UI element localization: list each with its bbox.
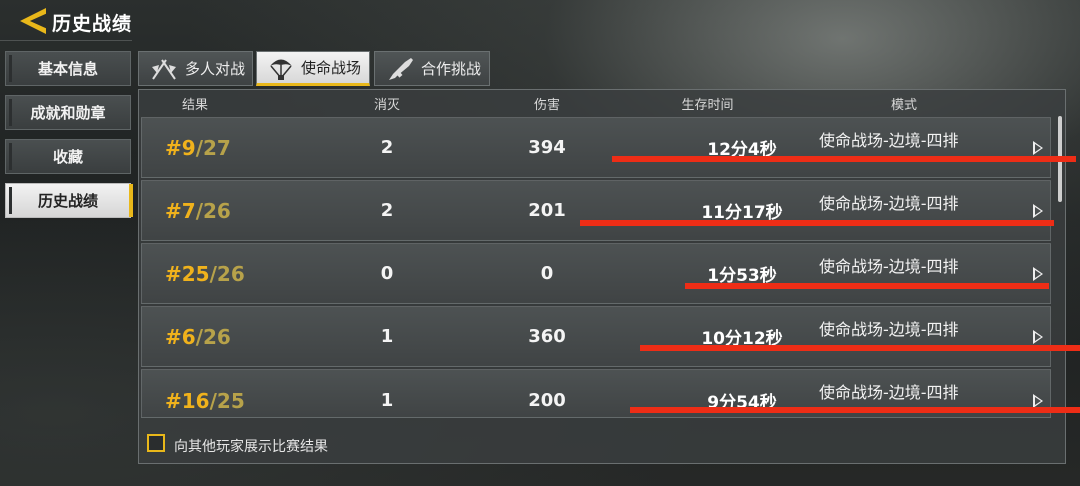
redaction-mark bbox=[685, 283, 1049, 289]
damage-cell: 0 bbox=[540, 263, 554, 284]
sidebar-item-label: 收藏 bbox=[52, 148, 83, 166]
rank-total: /25 bbox=[209, 388, 245, 413]
page-title: 历史战绩 bbox=[52, 13, 133, 35]
damage-cell: 201 bbox=[528, 200, 566, 221]
kills-cell: 2 bbox=[380, 200, 394, 221]
kills-cell: 0 bbox=[380, 263, 394, 284]
rank-total: /26 bbox=[195, 324, 231, 349]
table-row[interactable]: #25/26 0 0 1分53秒 使命战场-边境-四排─────────────… bbox=[141, 243, 1051, 304]
sidebar-item-label: 基本信息 bbox=[37, 60, 98, 78]
redaction-mark bbox=[640, 345, 1080, 351]
sidebar-item-label: 历史战绩 bbox=[37, 192, 98, 210]
rank-position: #6 bbox=[165, 324, 196, 349]
mode-name: 使命战场-边境-四排 bbox=[819, 257, 959, 276]
show-results-checkbox[interactable] bbox=[147, 434, 165, 452]
damage-cell: 360 bbox=[528, 326, 566, 347]
redaction-mark bbox=[580, 220, 1054, 226]
rank-total: /27 bbox=[195, 135, 231, 160]
mode-name: 使命战场-边境-四排 bbox=[819, 383, 959, 402]
damage-cell: 394 bbox=[528, 137, 566, 158]
rank-total: /26 bbox=[209, 261, 245, 286]
sidebar-item-label: 成就和勋章 bbox=[30, 104, 106, 122]
sidebar-item-match-history[interactable]: 历史战绩 bbox=[5, 183, 133, 218]
column-header-damage: 伤害 bbox=[533, 98, 560, 113]
column-header-survival-time: 生存时间 bbox=[681, 98, 734, 113]
mode-name: 使命战场-边境-四排 bbox=[819, 194, 959, 213]
table-row[interactable]: #6/26 1 360 10分12秒 使命战场-边境-四排───────────… bbox=[141, 306, 1051, 367]
tab-multiplayer[interactable]: 多人对战 bbox=[138, 51, 253, 86]
mode-cell: 使命战场-边境-四排────────────── bbox=[819, 181, 1019, 240]
crossed-flags-icon bbox=[152, 58, 176, 80]
row-detail-arrow-icon[interactable] bbox=[1032, 181, 1044, 240]
table-row[interactable]: #7/26 2 201 11分17秒 使命战场-边境-四排───────────… bbox=[141, 180, 1051, 241]
mode-cell: 使命战场-边境-四排────────────── bbox=[819, 244, 1019, 303]
row-detail-arrow-icon[interactable] bbox=[1032, 244, 1044, 303]
header-divider bbox=[0, 40, 132, 41]
mode-name: 使命战场-边境-四排 bbox=[819, 320, 959, 339]
rank-cell: #6/26 bbox=[165, 307, 231, 366]
rank-cell: #7/26 bbox=[165, 181, 231, 240]
parachute-icon bbox=[270, 59, 292, 80]
sidebar-item-achievements[interactable]: 成就和勋章 bbox=[5, 95, 131, 130]
kills-cell: 1 bbox=[380, 326, 394, 347]
sidebar-item-basic-info[interactable]: 基本信息 bbox=[5, 51, 131, 86]
mode-cell: 使命战场-边境-四排────────────── bbox=[819, 118, 1019, 177]
redaction-mark bbox=[612, 156, 1076, 162]
tab-battle-royale[interactable]: 使命战场 bbox=[256, 51, 370, 86]
sidebar-item-favorites[interactable]: 收藏 bbox=[5, 139, 131, 174]
tab-label: 使命战场 bbox=[301, 59, 362, 77]
rank-position: #16 bbox=[165, 388, 210, 413]
redaction-mark bbox=[630, 407, 1080, 413]
tab-co-op[interactable]: 合作挑战 bbox=[374, 51, 490, 86]
mode-name: 使命战场-边境-四排 bbox=[819, 131, 959, 150]
damage-cell: 200 bbox=[528, 390, 566, 411]
rifle-icon bbox=[389, 57, 413, 80]
survival-time-cell: 12分4秒 bbox=[707, 140, 777, 160]
survival-time-cell: 10分12秒 bbox=[701, 329, 783, 349]
rank-cell: #9/27 bbox=[165, 118, 231, 177]
column-header-mode: 模式 bbox=[890, 98, 917, 113]
mode-cell: 使命战场-边境-四排────────────── bbox=[819, 307, 1019, 366]
kills-cell: 2 bbox=[380, 137, 394, 158]
column-header-kills: 消灭 bbox=[373, 98, 400, 113]
rank-total: /26 bbox=[195, 198, 231, 223]
survival-time-cell: 11分17秒 bbox=[701, 203, 783, 223]
rank-position: #7 bbox=[165, 198, 196, 223]
row-detail-arrow-icon[interactable] bbox=[1032, 307, 1044, 366]
table-row[interactable]: #9/27 2 394 12分4秒 使命战场-边境-四排────────────… bbox=[141, 117, 1051, 178]
column-header-result: 结果 bbox=[181, 98, 208, 113]
tab-label: 多人对战 bbox=[185, 60, 246, 78]
back-arrow-icon[interactable] bbox=[20, 8, 46, 34]
rank-cell: #16/25 bbox=[165, 370, 245, 417]
survival-time-cell: 1分53秒 bbox=[707, 266, 777, 286]
rank-cell: #25/26 bbox=[165, 244, 245, 303]
show-results-label: 向其他玩家展示比赛结果 bbox=[174, 439, 328, 455]
row-detail-arrow-icon[interactable] bbox=[1032, 118, 1044, 177]
rank-position: #9 bbox=[165, 135, 196, 160]
tab-label: 合作挑战 bbox=[421, 60, 482, 78]
kills-cell: 1 bbox=[380, 390, 394, 411]
rank-position: #25 bbox=[165, 261, 210, 286]
